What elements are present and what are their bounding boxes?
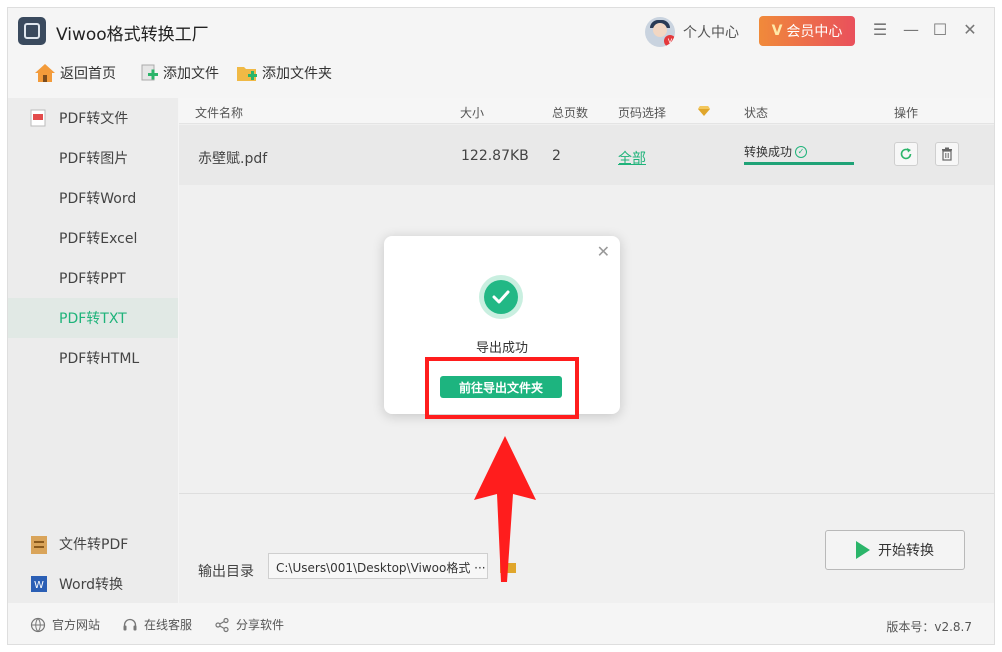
page-select-link[interactable]: 全部	[618, 148, 646, 168]
app-logo	[18, 17, 46, 45]
page-count: 2	[552, 148, 561, 164]
checkmark-icon	[492, 290, 510, 304]
add-folder-button[interactable]: 添加文件夹	[236, 63, 332, 83]
pdf-file-icon	[30, 109, 46, 127]
close-icon[interactable]: ✕	[597, 242, 610, 261]
sidebar-item-pdf-to-word[interactable]: PDF转Word	[8, 178, 178, 218]
file-to-pdf-icon	[31, 536, 47, 554]
retry-button[interactable]	[894, 142, 918, 166]
sidebar-item-pdf-to-image[interactable]: PDF转图片	[8, 138, 178, 178]
close-window-icon[interactable]: ✕	[960, 20, 980, 40]
share-link[interactable]: 分享软件	[214, 616, 284, 633]
progress-bar	[744, 162, 854, 165]
sidebar-item-word-convert[interactable]: W Word转换	[8, 564, 178, 604]
diamond-icon	[698, 106, 710, 116]
globe-icon	[30, 617, 46, 632]
word-icon: W	[31, 576, 47, 592]
col-size: 大小	[460, 106, 485, 120]
start-convert-button[interactable]: 开始转换	[825, 530, 965, 570]
start-convert-label: 开始转换	[878, 543, 934, 559]
toolbar: 返回首页 添加文件 添加文件夹	[8, 58, 994, 92]
svg-text:W: W	[34, 580, 44, 591]
status-label: 转换成功	[744, 145, 793, 159]
headset-icon	[123, 618, 137, 630]
user-center-link[interactable]: 个人中心	[683, 22, 739, 42]
add-folder-label: 添加文件夹	[262, 66, 332, 82]
support-link[interactable]: 在线客服	[122, 616, 192, 633]
sidebar-item-pdf-to-html[interactable]: PDF转HTML	[8, 338, 178, 378]
home-button[interactable]: 返回首页	[34, 63, 116, 83]
title-bar: Viwoo格式转换工厂 v 个人中心 V 会员中心 ☰ — ☐ ✕	[8, 8, 994, 54]
add-file-label: 添加文件	[163, 66, 219, 82]
delete-button[interactable]	[935, 142, 959, 166]
output-path-field[interactable]: C:\Users\001\Desktop\Viwoo格式 ···	[268, 553, 488, 579]
website-link[interactable]: 官方网站	[30, 616, 100, 633]
vip-v-icon: V	[771, 23, 783, 39]
refresh-icon	[900, 148, 912, 160]
minimize-icon[interactable]: —	[901, 20, 921, 40]
play-icon	[856, 541, 870, 559]
file-size: 122.87KB	[461, 148, 529, 164]
app-title: Viwoo格式转换工厂	[56, 25, 209, 45]
status-badge: 转换成功 ✓	[744, 143, 808, 160]
output-dir-label: 输出目录	[198, 564, 254, 580]
footer: 官方网站 在线客服 分享软件 版本号：v2.8.7	[8, 608, 994, 642]
table-header: 文件名称 大小 总页数 页码选择 状态 操作	[179, 98, 994, 124]
progress-fill	[744, 162, 854, 165]
col-name: 文件名称	[195, 106, 244, 120]
maximize-icon[interactable]: ☐	[930, 20, 950, 40]
col-page-select: 页码选择	[618, 106, 667, 120]
output-area: 输出目录 C:\Users\001\Desktop\Viwoo格式 ··· 开始…	[179, 493, 994, 603]
col-status: 状态	[744, 106, 769, 120]
menu-icon[interactable]: ☰	[870, 20, 890, 40]
sidebar: PDF转文件 PDF转图片 PDF转Word PDF转Excel PDF转PPT…	[8, 98, 178, 603]
success-icon	[479, 275, 523, 319]
trash-icon	[942, 147, 952, 161]
home-icon	[35, 64, 55, 82]
user-avatar[interactable]: v	[645, 17, 675, 47]
share-icon	[215, 617, 229, 632]
col-actions: 操作	[894, 106, 919, 120]
sidebar-item-pdf-to-excel[interactable]: PDF转Excel	[8, 218, 178, 258]
add-file-button[interactable]: 添加文件	[139, 63, 219, 83]
sidebar-item-pdf-to-txt[interactable]: PDF转TXT	[8, 298, 178, 338]
vip-badge-icon: v	[664, 35, 675, 47]
home-label: 返回首页	[60, 66, 116, 82]
vip-center-label: 会员中心	[786, 24, 843, 40]
highlight-box	[425, 357, 579, 419]
sidebar-item-pdf-to-ppt[interactable]: PDF转PPT	[8, 258, 178, 298]
annotation-arrow-icon	[474, 436, 536, 582]
table-row: 赤壁赋.pdf 122.87KB 2 全部 转换成功 ✓	[179, 125, 994, 185]
version-label: 版本号：v2.8.7	[886, 620, 972, 634]
add-file-icon	[141, 64, 158, 81]
add-folder-icon	[237, 67, 257, 81]
sidebar-item-file-to-pdf[interactable]: 文件转PDF	[8, 524, 178, 564]
col-pages: 总页数	[552, 106, 589, 120]
sidebar-item-pdf-to-file[interactable]: PDF转文件	[8, 98, 178, 138]
check-circle-icon: ✓	[795, 145, 808, 158]
file-name: 赤壁赋.pdf	[198, 151, 268, 167]
success-message: 导出成功	[475, 341, 528, 356]
vip-center-button[interactable]: V 会员中心	[759, 16, 855, 46]
